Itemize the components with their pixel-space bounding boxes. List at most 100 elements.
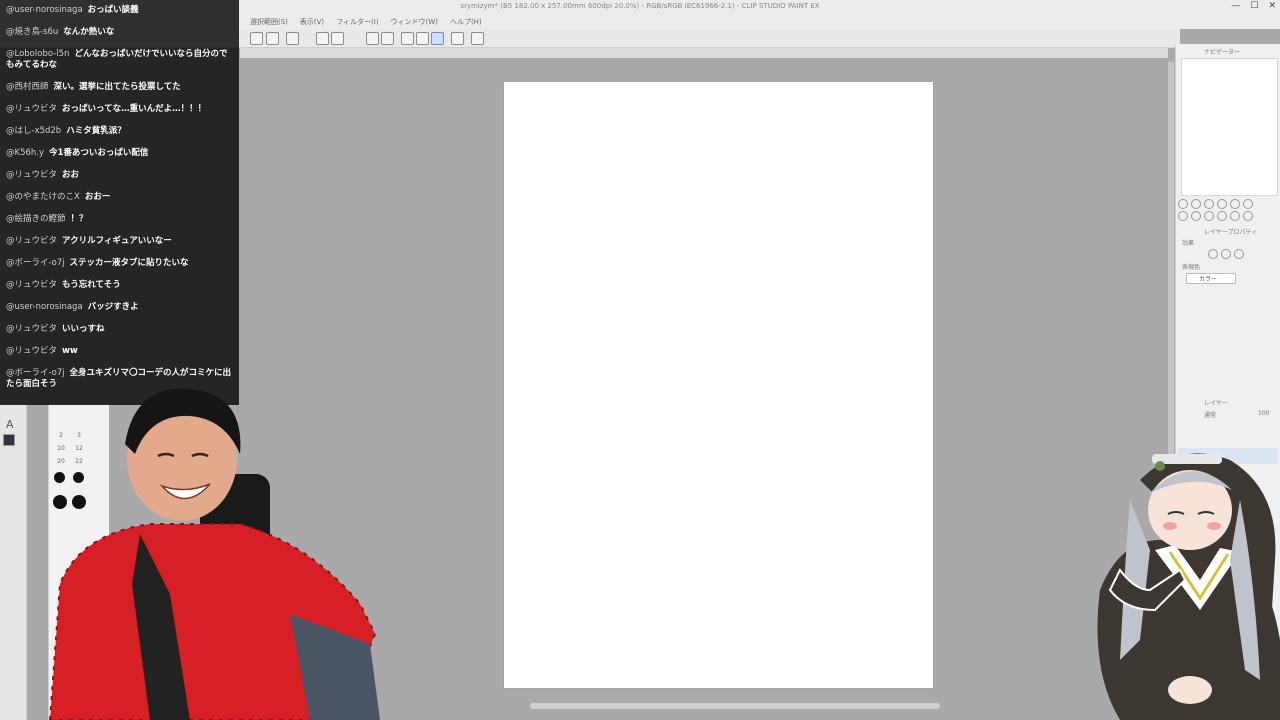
snap-icon[interactable]: [431, 32, 444, 45]
chat-message: @user-norosinaga おっぱい談義: [6, 5, 235, 16]
chat-text: 深い。選挙に出てたら投票してた: [53, 82, 181, 92]
chat-text: もう忘れてそう: [62, 280, 121, 290]
close-icon[interactable]: ✕: [1268, 1, 1276, 11]
chat-message: @西村西師 深い。選挙に出てたら投票してた: [6, 82, 235, 93]
expression-color-select[interactable]: カラー: [1186, 273, 1236, 284]
chat-message: @リュウビタ アクリルフィギュアいいなー: [6, 236, 235, 247]
reset-icon[interactable]: [1230, 199, 1240, 209]
chat-author: @user-norosinaga: [6, 5, 83, 15]
chat-message: @焼き鳥-s6u なんか熱いな: [6, 27, 235, 38]
chat-text: ww: [62, 346, 78, 356]
chat-text: おっぱい談義: [87, 5, 139, 15]
chat-author: @リュウビタ: [6, 346, 58, 356]
chat-message: @のやまたけのこX おおー: [6, 192, 235, 203]
menu-filter[interactable]: フィルター(I): [336, 17, 378, 27]
tablet-icon[interactable]: [451, 32, 464, 45]
fill-icon[interactable]: [316, 32, 329, 45]
maximize-icon[interactable]: ☐: [1250, 1, 1258, 11]
chat-message: @リュウビタ いいっすね: [6, 324, 235, 335]
menu-help[interactable]: ヘルプ(H): [450, 17, 482, 27]
tab-navigator[interactable]: ナビゲーター: [1204, 47, 1240, 56]
chat-text: おおー: [84, 192, 111, 202]
flip-icon[interactable]: [1243, 199, 1253, 209]
opacity-value[interactable]: 100: [1258, 410, 1269, 417]
menu-window[interactable]: ウィンドウ(W): [391, 17, 438, 27]
expression-color-label: 表現色: [1182, 264, 1201, 271]
blush-right: [1207, 522, 1221, 530]
settings-icon[interactable]: [471, 32, 484, 45]
chat-author: @K56h.y: [6, 148, 45, 158]
blend-mode-select[interactable]: 通常: [1204, 410, 1216, 419]
chat-text: 今1番あついおっぱい配信: [49, 148, 149, 158]
tone-effect-icon[interactable]: [1221, 249, 1231, 259]
navigator-preview[interactable]: [1181, 58, 1278, 196]
chat-author: @Lobolobo-l5n: [6, 49, 70, 59]
chat-author: @焼き鳥-s6u: [6, 27, 59, 37]
window-controls: — ☐ ✕: [1231, 1, 1276, 11]
chat-author: @リュウビタ: [6, 280, 58, 290]
chat-text: おお: [62, 170, 80, 180]
chat-message: @Lobolobo-l5n どんなおっぱいだけでいいなら自分のでもみてるわな: [6, 49, 235, 71]
undo-icon[interactable]: [250, 32, 263, 45]
hair-ornament: [1155, 461, 1165, 471]
minimize-icon[interactable]: —: [1231, 1, 1240, 11]
layer-color-icon[interactable]: [1234, 249, 1244, 259]
effect-buttons: [1208, 249, 1244, 259]
actual-size-icon[interactable]: [1191, 211, 1201, 221]
chat-message: @はし-x5d2b ハミタ貧乳派？: [6, 126, 235, 137]
chat-message: @user-norosinaga バッジすきよ: [6, 302, 235, 313]
tab-layer-property[interactable]: レイヤープロパティ: [1204, 227, 1257, 236]
chat-author: @西村西師: [6, 82, 49, 92]
text-tool-icon[interactable]: A: [6, 418, 14, 431]
flip-vertical-icon[interactable]: [1243, 211, 1253, 221]
redo-icon[interactable]: [266, 32, 279, 45]
fit-icon[interactable]: [1178, 211, 1188, 221]
main-color-swatch[interactable]: [3, 434, 15, 446]
chat-message: @ボーライ-o7j ステッカー液タブに貼りたいな: [6, 258, 235, 269]
menu-view[interactable]: 表示(V): [300, 17, 324, 27]
chat-author: @リュウビタ: [6, 170, 58, 180]
zoom-out-icon[interactable]: [1178, 199, 1188, 209]
deselect-icon[interactable]: [366, 32, 379, 45]
canvas-tab-bar: [240, 48, 1168, 58]
chat-text: いいっすね: [62, 324, 105, 334]
effect-label: 効果: [1182, 240, 1195, 247]
menu-selection[interactable]: 選択範囲(S): [250, 17, 288, 27]
tab-layer[interactable]: レイヤー: [1204, 398, 1228, 407]
blush-left: [1163, 522, 1177, 530]
transform-icon[interactable]: [331, 32, 344, 45]
chat-message: @リュウビタ おお: [6, 170, 235, 181]
flip-horizontal-icon[interactable]: [1230, 211, 1240, 221]
clear-icon[interactable]: [286, 32, 299, 45]
chat-message: @リュウビタ もう忘れてそう: [6, 280, 235, 291]
chat-author: @のやまたけのこX: [6, 192, 80, 202]
chat-author: @user-norosinaga: [6, 302, 83, 312]
chat-author: @ボーライ-o7j: [6, 368, 65, 378]
menu-items: 選択範囲(S) 表示(V) フィルター(I) ウィンドウ(W) ヘルプ(H): [250, 17, 482, 27]
tool-palette: [0, 404, 27, 720]
chat-text: アクリルフィギュアいいなー: [62, 236, 172, 246]
live-chat-overlay: @user-norosinaga おっぱい談義 @焼き鳥-s6u なんか熱いな @L…: [0, 0, 239, 405]
horizontal-scrollbar[interactable]: [530, 703, 940, 709]
pen-icon[interactable]: [416, 32, 429, 45]
chat-author: @リュウビタ: [6, 104, 58, 114]
navigator-controls: [1178, 199, 1253, 209]
chat-text: バッジすきよ: [87, 302, 139, 312]
hand: [1168, 676, 1212, 704]
chat-author: @はし-x5d2b: [6, 126, 62, 136]
chat-text: ハミタ貧乳派？: [66, 126, 126, 136]
chat-author: @ボーライ-o7j: [6, 258, 65, 268]
chat-message: @絵描きの鰹節 ！？: [6, 214, 235, 225]
rotate-left-icon[interactable]: [1204, 199, 1214, 209]
rotate-right-icon[interactable]: [1217, 199, 1227, 209]
zoom-in-icon[interactable]: [1191, 199, 1201, 209]
drawing-canvas[interactable]: [504, 82, 933, 688]
rotate-icon[interactable]: [1204, 211, 1214, 221]
border-effect-icon[interactable]: [1208, 249, 1218, 259]
crop-icon[interactable]: [381, 32, 394, 45]
ruler-icon[interactable]: [401, 32, 414, 45]
refresh-icon[interactable]: [1217, 211, 1227, 221]
chat-message: @K56h.y 今1番あついおっぱい配信: [6, 148, 235, 159]
streamer-webcam: [48, 388, 380, 720]
chat-message: @リュウビタ ww: [6, 346, 235, 357]
